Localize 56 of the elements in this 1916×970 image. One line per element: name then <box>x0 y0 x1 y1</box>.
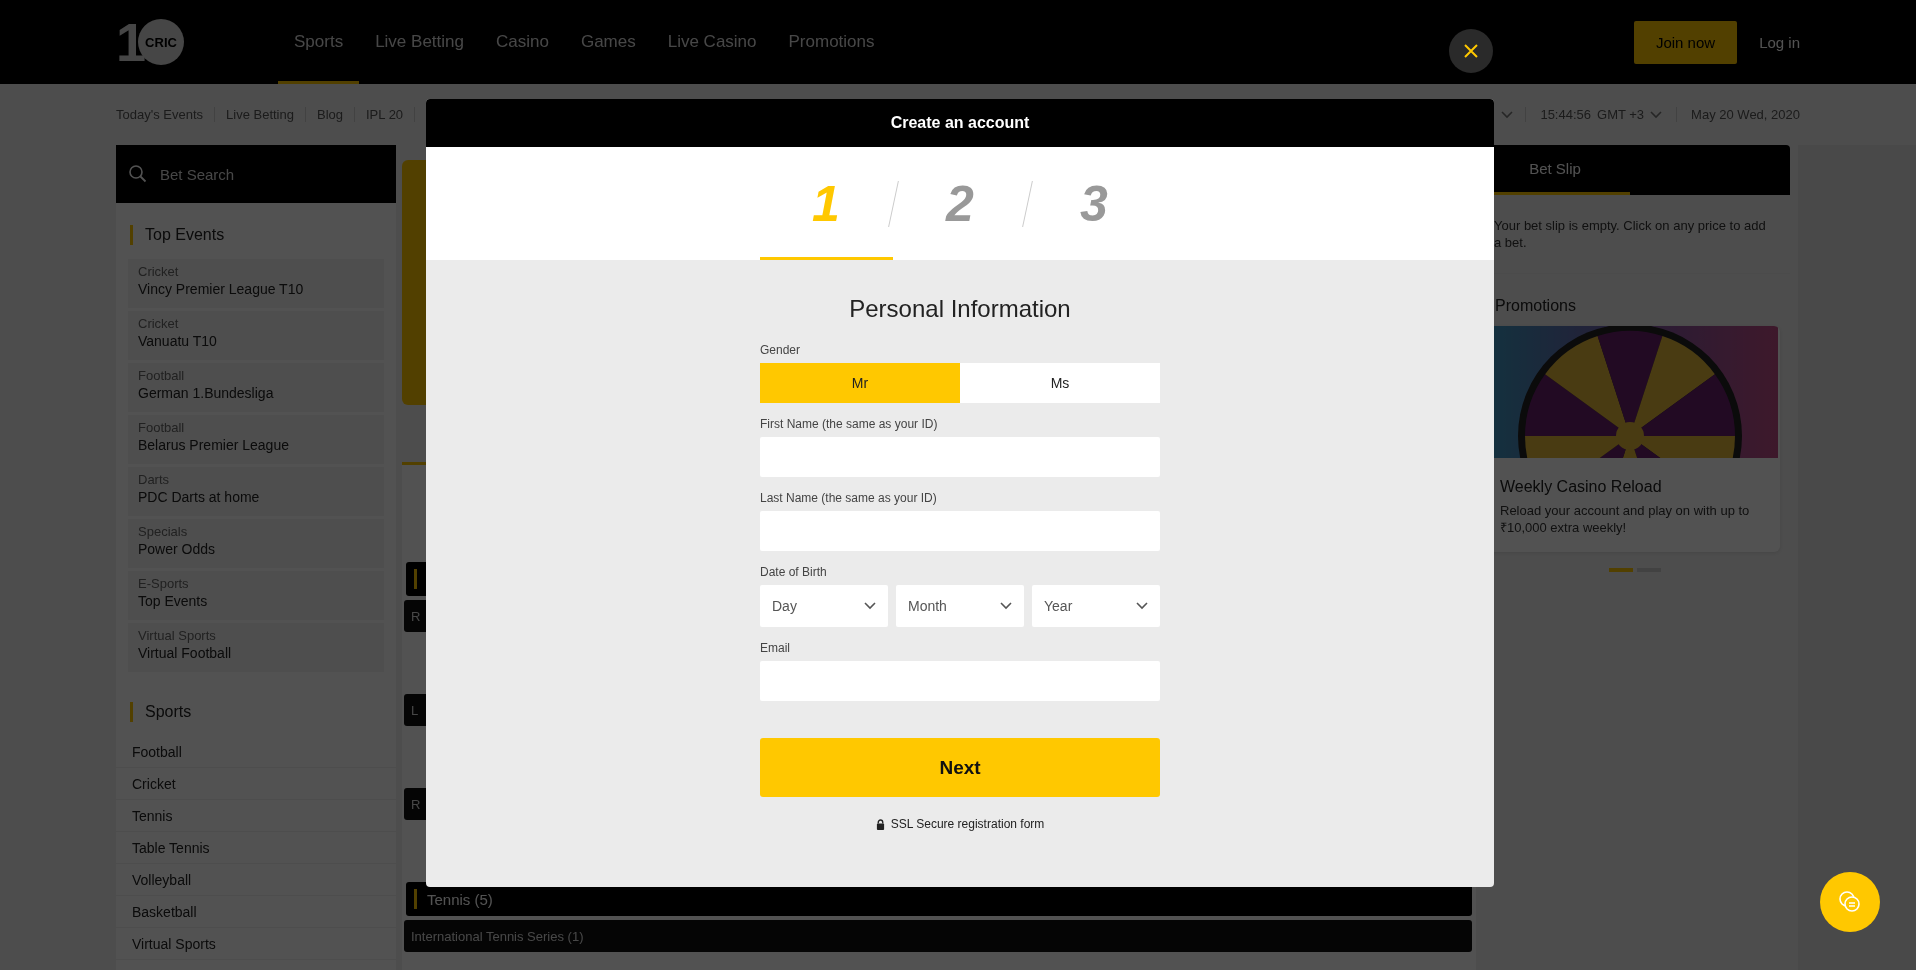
field-label: Gender <box>760 343 802 357</box>
field-label: Date of Birth <box>760 565 828 579</box>
event-name: Belarus Premier League <box>138 437 290 453</box>
field-label: First Name (the same as your ID) <box>760 417 939 431</box>
modal-title: Create an account <box>426 99 1494 147</box>
nav-tab[interactable]: Live Betting <box>359 0 480 84</box>
step-tab[interactable]: 2 <box>893 147 1027 260</box>
search-icon <box>128 164 148 184</box>
sport-item[interactable]: Tennis <box>116 800 396 832</box>
search-field[interactable]: Bet Search <box>116 145 396 203</box>
event-name: Virtual Football <box>138 645 233 661</box>
caret-icon <box>1000 602 1012 610</box>
nav-tab[interactable]: Live Casino <box>651 0 773 84</box>
event-name: PDC Darts at home <box>138 489 261 505</box>
nav-tab[interactable]: Sports <box>278 0 360 84</box>
field-label: Email <box>760 641 791 655</box>
event-name: Power Odds <box>138 541 217 557</box>
promo-description: Reload your account and play on with up to ₹10,000 extra weekly! <box>1500 502 1751 536</box>
sport-item[interactable]: Volleyball <box>116 864 396 896</box>
select-field[interactable]: Day <box>760 585 888 627</box>
lock-icon <box>875 818 885 830</box>
caret-icon <box>864 602 876 610</box>
section-title: Tennis (5) <box>427 890 493 908</box>
nav-tab[interactable]: Games <box>564 0 652 84</box>
section-title: Top Events <box>130 225 396 245</box>
field-label: Last Name (the same as your ID) <box>760 491 938 505</box>
event-name: German 1.Bundesliga <box>138 385 275 401</box>
event-name: Vincy Premier League T10 <box>138 281 305 297</box>
caret-icon <box>1136 602 1148 610</box>
caret-icon[interactable] <box>1501 110 1514 119</box>
sport-item[interactable]: Cricket <box>116 768 396 800</box>
promo-title: Weekly Casino Reload <box>1500 478 1663 496</box>
step-tab[interactable]: 1 <box>759 147 893 260</box>
gender-option[interactable]: Ms <box>960 363 1160 403</box>
next-button[interactable]: Next <box>760 738 1160 797</box>
sport-item[interactable]: Virtual Sports <box>116 928 396 960</box>
caret-icon[interactable] <box>1650 110 1663 119</box>
close-button[interactable] <box>1449 29 1493 73</box>
gender-option[interactable]: Mr <box>760 363 960 403</box>
event-name: Vanuatu T10 <box>138 333 218 349</box>
sport-item[interactable]: Basketball <box>116 896 396 928</box>
select-field[interactable]: Year <box>1032 585 1160 627</box>
nav-tab[interactable]: Casino <box>480 0 565 84</box>
select-field[interactable]: Month <box>896 585 1024 627</box>
sport-item[interactable]: Football <box>116 736 396 768</box>
login-link[interactable]: Log in <box>1759 33 1800 51</box>
sport-item[interactable]: Table Tennis <box>116 832 396 864</box>
event-name: Top Events <box>138 593 209 609</box>
section-title: Sports <box>130 702 396 722</box>
chat-button[interactable] <box>1820 872 1880 932</box>
form-heading: Personal Information <box>848 295 1072 323</box>
league-row[interactable]: International Tennis Series (1) <box>404 920 1472 952</box>
nav-tab[interactable]: Promotions <box>772 0 891 84</box>
secure-note: SSL Secure registration form <box>890 817 1045 831</box>
join-button[interactable]: Join now <box>1633 20 1738 64</box>
step-tab[interactable]: 3 <box>1027 147 1161 260</box>
